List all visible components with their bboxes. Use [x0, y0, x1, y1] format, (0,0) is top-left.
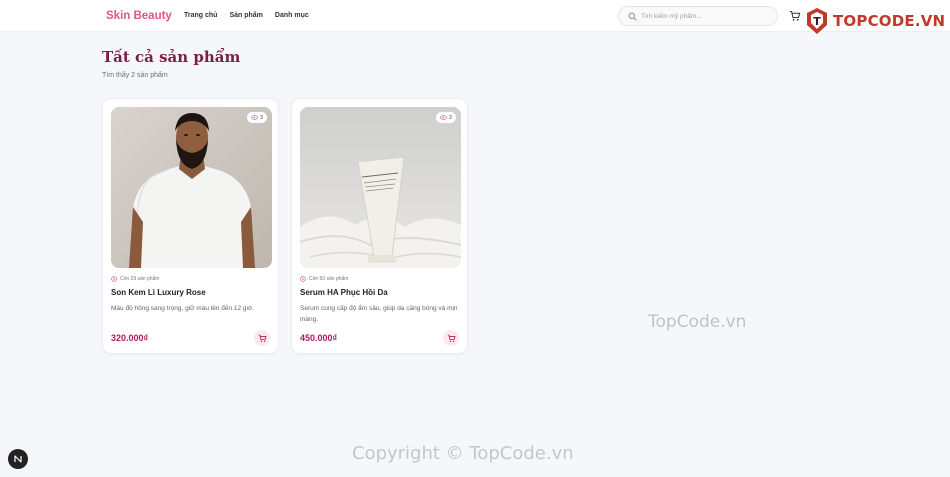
stock-info: Còn 50 sản phẩm — [300, 276, 348, 282]
stock-info: Còn 29 sản phẩm — [111, 276, 159, 282]
nav-products[interactable]: Sản phẩm — [229, 12, 262, 19]
watermark-center: TopCode.vn — [648, 312, 747, 332]
product-price: 450.000₫ — [300, 333, 338, 343]
n-logo-icon — [14, 455, 22, 463]
product-card[interactable]: 3 Còn 29 sản phẩm Son Kem Lì Luxury Rose… — [102, 98, 279, 354]
eye-icon — [440, 115, 447, 120]
stock-icon — [111, 276, 117, 282]
main-nav: Trang chủ Sản phẩm Danh mục — [184, 12, 309, 19]
topcode-logo-icon: T — [805, 7, 829, 35]
product-description: Màu đỏ hồng sang trọng, giữ màu lên đến … — [111, 305, 255, 312]
dev-tools-button[interactable] — [8, 449, 28, 469]
nav-home[interactable]: Trang chủ — [184, 12, 217, 19]
product-name[interactable]: Serum HA Phục Hồi Da — [300, 288, 388, 297]
eye-icon — [251, 115, 258, 120]
search-input[interactable] — [641, 12, 771, 20]
topcode-watermark-logo: T TOPCODE.VN — [805, 6, 945, 36]
topcode-logo-text: TOPCODE.VN — [833, 12, 946, 30]
view-count: 3 — [259, 114, 263, 121]
add-to-cart-button[interactable] — [254, 330, 270, 346]
view-count-badge: 2 — [435, 112, 456, 123]
svg-text:T: T — [813, 15, 821, 28]
result-count: Tìm thấy 2 sản phẩm — [102, 72, 168, 79]
nav-categories[interactable]: Danh mục — [275, 12, 309, 19]
watermark-footer: Copyright © TopCode.vn — [352, 443, 574, 464]
product-name[interactable]: Son Kem Lì Luxury Rose — [111, 288, 206, 297]
page-title: Tất cả sản phẩm — [102, 48, 241, 66]
view-count-badge: 3 — [246, 112, 267, 123]
cart-icon[interactable] — [789, 9, 803, 23]
search-box[interactable] — [618, 6, 778, 26]
product-description: Serum cung cấp độ ẩm sâu, giúp da căng b… — [300, 305, 458, 323]
stock-icon — [300, 276, 306, 282]
search-icon — [627, 11, 637, 21]
cart-icon — [447, 334, 455, 342]
brand-logo[interactable]: Skin Beauty — [106, 10, 172, 22]
product-price: 320.000₫ — [111, 333, 149, 343]
add-to-cart-button[interactable] — [443, 330, 459, 346]
view-count: 2 — [448, 114, 452, 121]
product-image[interactable]: 3 — [111, 107, 272, 268]
cart-icon — [258, 334, 266, 342]
stock-text: Còn 50 sản phẩm — [309, 276, 349, 282]
product-image[interactable]: 2 — [300, 107, 461, 268]
product-card[interactable]: 2 Còn 50 sản phẩm Serum HA Phục Hồi Da S… — [291, 98, 468, 354]
stock-text: Còn 29 sản phẩm — [120, 276, 160, 282]
